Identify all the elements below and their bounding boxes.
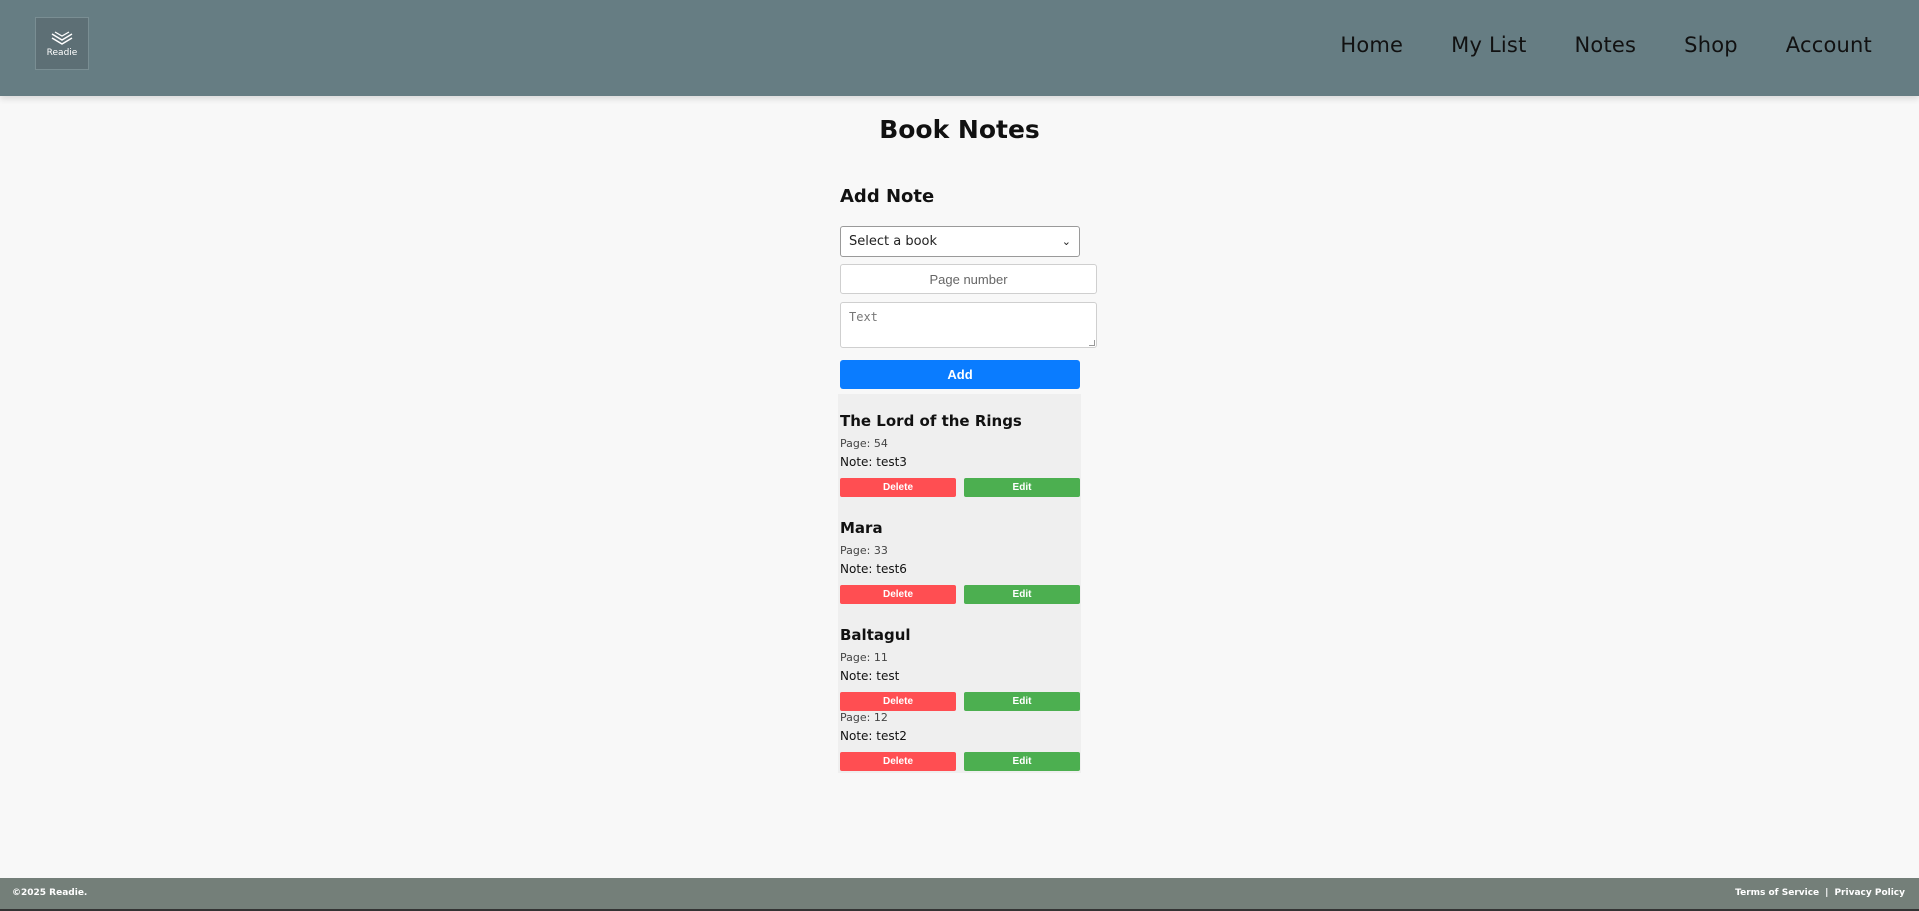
note-text: Note: test3 xyxy=(840,455,907,469)
note-text: Note: test xyxy=(840,669,900,683)
resize-grip-icon[interactable] xyxy=(1089,340,1095,346)
book-select[interactable]: Select a book ⌄ xyxy=(840,226,1080,257)
note-text: Note: test2 xyxy=(840,729,907,743)
nav-shop[interactable]: Shop xyxy=(1684,33,1738,57)
edit-note-button[interactable]: Edit xyxy=(964,478,1080,497)
nav-my-list[interactable]: My List xyxy=(1451,33,1526,57)
note-book-title: Baltagul xyxy=(840,626,911,644)
note-page: Page: 33 xyxy=(840,544,888,557)
terms-link[interactable]: Terms of Service xyxy=(1735,888,1819,898)
chevron-down-icon: ⌄ xyxy=(1061,235,1071,248)
book-icon xyxy=(51,30,73,45)
note-book-title: Mara xyxy=(840,519,883,537)
add-note-heading: Add Note xyxy=(840,186,935,207)
copyright-text: ©2025 Readie. xyxy=(12,888,88,898)
footer: ©2025 Readie. Terms of Service | Privacy… xyxy=(0,878,1919,911)
privacy-link[interactable]: Privacy Policy xyxy=(1834,888,1905,898)
main-nav: Home My List Notes Shop Account xyxy=(1292,33,1872,57)
delete-note-button[interactable]: Delete xyxy=(840,752,956,771)
edit-note-button[interactable]: Edit xyxy=(964,585,1080,604)
footer-separator: | xyxy=(1825,888,1829,898)
nav-notes[interactable]: Notes xyxy=(1575,33,1637,57)
note-text-input[interactable] xyxy=(840,302,1097,348)
delete-note-button[interactable]: Delete xyxy=(840,585,956,604)
logo-text: Readie xyxy=(46,47,78,58)
edit-note-button[interactable]: Edit xyxy=(964,752,1080,771)
note-page: Page: 54 xyxy=(840,437,888,450)
top-navbar: Readie Home My List Notes Shop Account xyxy=(0,0,1919,96)
book-select-value: Select a book xyxy=(849,234,938,249)
edit-note-button[interactable]: Edit xyxy=(964,692,1080,711)
readie-logo[interactable]: Readie xyxy=(35,17,89,70)
footer-links: Terms of Service | Privacy Policy xyxy=(1735,888,1905,898)
note-book-title: The Lord of the Rings xyxy=(840,412,1022,430)
delete-note-button[interactable]: Delete xyxy=(840,478,956,497)
add-note-button[interactable]: Add xyxy=(840,360,1080,389)
nav-account[interactable]: Account xyxy=(1786,33,1872,57)
note-text: Note: test6 xyxy=(840,562,907,576)
page-number-input[interactable] xyxy=(840,264,1097,294)
note-page: Page: 12 xyxy=(840,711,888,724)
nav-home[interactable]: Home xyxy=(1340,33,1403,57)
delete-note-button[interactable]: Delete xyxy=(840,692,956,711)
note-page: Page: 11 xyxy=(840,651,888,664)
page-title: Book Notes xyxy=(879,115,1040,144)
